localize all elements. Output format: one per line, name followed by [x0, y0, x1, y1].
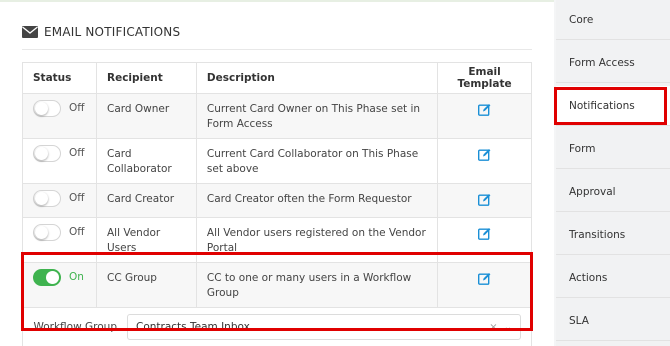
- recipient-cell: All Vendor Users: [95, 217, 197, 263]
- status-toggle-card-creator[interactable]: [33, 190, 61, 207]
- toggle-knob: [35, 102, 48, 115]
- workflow-group-value: Contracts Team Inbox: [136, 320, 250, 333]
- top-divider: [0, 0, 554, 2]
- status-cell: On: [22, 262, 97, 308]
- template-cell: [437, 217, 532, 263]
- edit-icon[interactable]: [478, 148, 491, 161]
- sidebar-item-label: Form: [569, 142, 596, 155]
- table-row: Off Card Collaborator Current Card Colla…: [22, 138, 532, 184]
- toggle-knob: [35, 147, 48, 160]
- sidebar-item-actions[interactable]: Actions: [556, 258, 670, 298]
- sidebar-item-label: Approval: [569, 185, 616, 198]
- sidebar-item-approval[interactable]: Approval: [556, 172, 670, 212]
- toggle-label: Off: [69, 226, 85, 238]
- sidebar-item-transitions[interactable]: Transitions: [556, 215, 670, 255]
- recipient-cell: Card Collaborator: [95, 138, 197, 184]
- workflow-group-row: Workflow Group Contracts Team Inbox × ⌄: [22, 307, 532, 346]
- toggle-label: On: [69, 271, 84, 283]
- sidebar-item-core[interactable]: Core: [556, 0, 670, 40]
- toggle-label: Off: [69, 102, 85, 114]
- description-cell: Current Card Collaborator on This Phase …: [195, 138, 439, 184]
- sidebar-item-form-access[interactable]: Form Access: [556, 43, 670, 83]
- status-toggle-card-owner[interactable]: [33, 100, 61, 117]
- table-row: Off Card Creator Card Creator often the …: [22, 183, 532, 218]
- recipient-cell: CC Group: [95, 262, 197, 308]
- template-cell: [437, 138, 532, 184]
- sidebar-item-label: Core: [569, 13, 594, 26]
- status-cell: Off: [22, 138, 97, 184]
- sidebar-item-sla[interactable]: SLA: [556, 301, 670, 341]
- toggle-label: Off: [69, 147, 85, 159]
- header-description: Description: [195, 62, 439, 94]
- header-status: Status: [22, 62, 97, 94]
- status-cell: Off: [22, 217, 97, 263]
- sidebar-item-label: Notifications: [569, 99, 635, 112]
- recipient-cell: Card Creator: [95, 183, 197, 218]
- chevron-down-icon[interactable]: ⌄: [504, 320, 512, 335]
- table-row: On CC Group CC to one or many users in a…: [22, 262, 532, 308]
- table-row: Off All Vendor Users All Vendor users re…: [22, 217, 532, 263]
- status-cell: Off: [22, 93, 97, 139]
- description-cell: Current Card Owner on This Phase set in …: [195, 93, 439, 139]
- recipient-cell: Card Owner: [95, 93, 197, 139]
- description-cell: Card Creator often the Form Requestor: [195, 183, 439, 218]
- status-cell: Off: [22, 183, 97, 218]
- description-cell: All Vendor users registered on the Vendo…: [195, 217, 439, 263]
- settings-sidebar: Core Form Access Notifications Form Appr…: [556, 0, 670, 346]
- header-recipient: Recipient: [95, 62, 197, 94]
- status-toggle-all-vendor-users[interactable]: [33, 224, 61, 241]
- section-divider: [22, 49, 532, 50]
- edit-icon[interactable]: [478, 103, 491, 116]
- sidebar-item-label: Actions: [569, 271, 608, 284]
- status-toggle-card-collaborator[interactable]: [33, 145, 61, 162]
- sidebar-item-notifications[interactable]: Notifications: [556, 86, 670, 126]
- template-cell: [437, 262, 532, 308]
- table-row: Off Card Owner Current Card Owner on Thi…: [22, 93, 532, 139]
- notifications-table: Status Recipient Description Email Templ…: [22, 62, 532, 346]
- template-cell: [437, 183, 532, 218]
- main-panel: EMAIL NOTIFICATIONS Status Recipient Des…: [0, 0, 554, 346]
- section-title: EMAIL NOTIFICATIONS: [44, 25, 181, 39]
- toggle-knob: [35, 192, 48, 205]
- sidebar-item-label: Transitions: [569, 228, 626, 241]
- edit-icon[interactable]: [478, 193, 491, 206]
- toggle-knob: [35, 226, 48, 239]
- sidebar-item-label: Form Access: [569, 56, 635, 69]
- envelope-icon: [22, 26, 38, 38]
- clear-icon[interactable]: ×: [489, 320, 497, 335]
- edit-icon[interactable]: [478, 227, 491, 240]
- header-email-template: Email Template: [437, 62, 532, 94]
- status-toggle-cc-group[interactable]: [33, 269, 61, 286]
- sidebar-item-label: SLA: [569, 314, 589, 327]
- app-root: EMAIL NOTIFICATIONS Status Recipient Des…: [0, 0, 670, 346]
- toggle-label: Off: [69, 192, 85, 204]
- section-header: EMAIL NOTIFICATIONS: [22, 22, 180, 42]
- workflow-group-cell: Workflow Group Contracts Team Inbox × ⌄: [22, 307, 532, 346]
- toggle-knob: [46, 271, 59, 284]
- template-cell: [437, 93, 532, 139]
- workflow-group-label: Workflow Group: [33, 320, 117, 333]
- sidebar-item-form[interactable]: Form: [556, 129, 670, 169]
- edit-icon[interactable]: [478, 272, 491, 285]
- table-header-row: Status Recipient Description Email Templ…: [22, 62, 532, 94]
- description-cell: CC to one or many users in a Workflow Gr…: [195, 262, 439, 308]
- workflow-group-select[interactable]: Contracts Team Inbox × ⌄: [127, 314, 521, 340]
